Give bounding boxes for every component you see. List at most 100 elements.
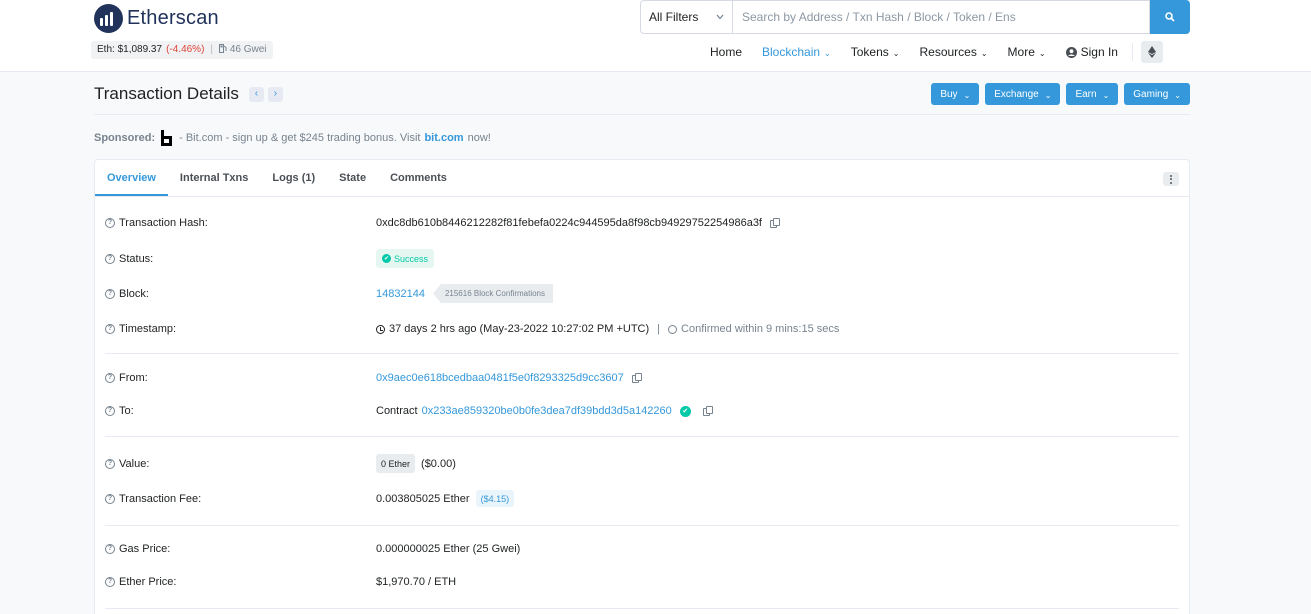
chevron-left-icon: ‹ [254,88,259,99]
from-label-text: From: [119,372,148,384]
to-address-link[interactable]: 0x233ae859320be0b0fe3dea7df39bdd3d5a1422… [422,405,672,417]
to-row: ? To: Contract 0x233ae859320be0b0fe3dea7d… [105,405,1179,417]
hash-label-text: Transaction Hash: [119,217,208,229]
value-label: ? Value: [105,458,376,470]
nav-resources-label: Resources [919,45,977,59]
eth-price: Eth: $1,089.37 [97,44,163,55]
fee-label-text: Transaction Fee: [119,492,202,505]
value-label-text: Value: [119,457,150,470]
chevron-down-icon: ⌄ [1044,90,1052,100]
sign-in-link[interactable]: Sign In [1056,45,1128,59]
block-number-link[interactable]: 14832144 [376,288,425,300]
tab-state[interactable]: State [327,160,378,196]
chevron-down-icon: ⌄ [892,48,900,58]
tab-logs[interactable]: Logs (1) [260,160,327,196]
help-icon[interactable]: ? [105,493,115,504]
timestamp-row: ? Timestamp: 37 days 2 hrs ago (May-23-20… [105,323,1179,335]
transaction-pager: ‹ › [248,86,283,102]
sponsored-banner: Sponsored: - Bit.com - sign up & get $24… [94,130,491,146]
fee-label: ? Transaction Fee: [105,493,376,505]
help-icon[interactable]: ? [105,253,115,264]
search-input[interactable] [732,0,1150,34]
tab-internal-txns[interactable]: Internal Txns [168,160,260,196]
help-icon[interactable]: ? [105,544,115,554]
gas-pump-icon [219,44,227,53]
earn-button[interactable]: Earn ⌄ [1066,83,1119,105]
check-circle-icon: ✔ [382,254,391,263]
section-divider [105,353,1179,354]
timestamp-label: ? Timestamp: [105,323,376,335]
transaction-hash: 0xdc8db610b8446212282f81febefa0224c94459… [376,217,762,229]
from-label: ? From: [105,372,376,384]
hash-value-group: 0xdc8db610b8446212282f81febefa0224c94459… [376,217,780,229]
chevron-down-icon: ⌄ [824,48,831,58]
user-circle-icon [1065,46,1077,58]
nav-more-label: More [1007,45,1035,59]
hash-label: ? Transaction Hash: [105,217,376,229]
from-row: ? From: 0x9aec0e618bcedbaa0481f5e0f829332… [105,372,1179,384]
help-icon[interactable]: ? [105,373,115,383]
gas-price-ticker[interactable]: 46 Gwei [219,41,267,59]
value-row: ? Value: 0 Ether ($0.00) [105,454,1179,473]
section-divider [105,436,1179,437]
etherscan-logo-icon [94,4,123,33]
timestamp-value: 37 days 2 hrs ago (May-23-2022 10:27:02 … [389,323,650,335]
ether-price-label: ? Ether Price: [105,576,376,588]
ether-price-label-text: Ether Price: [119,576,177,588]
chevron-down-icon: ⌄ [980,48,988,58]
from-address-link[interactable]: 0x9aec0e618bcedbaa0481f5e0f8293325d9cc36… [376,372,624,384]
nav-home-label: Home [710,45,743,59]
nav-tokens[interactable]: Tokens ⌄ [841,45,910,59]
tab-overview[interactable]: Overview [95,160,168,196]
search-button[interactable] [1150,0,1190,34]
etherscan-logo[interactable]: Etherscan [94,4,219,33]
help-icon[interactable]: ? [105,458,115,469]
nav-tokens-label: Tokens [850,45,889,59]
buy-button[interactable]: Buy ⌄ [931,83,980,105]
timestamp-separator: | [657,323,661,335]
exchange-button[interactable]: Exchange ⌄ [985,83,1061,105]
value-usd: ($0.00) [421,457,456,470]
chevron-down-icon [716,14,724,20]
nav-home[interactable]: Home [700,45,752,59]
nav-more[interactable]: More ⌄ [998,45,1056,59]
help-icon[interactable]: ? [105,577,115,587]
main-nav: Home Blockchain ⌄ Tokens ⌄ Resources ⌄ More… [700,40,1163,64]
status-row: ? Status: ✔ Success [105,249,1179,268]
sponsored-suffix: now! [467,132,491,144]
gaming-button[interactable]: Gaming ⌄ [1124,83,1190,105]
confirmation-time: Confirmed within 9 mins:15 secs [681,323,840,335]
to-label-text: To: [119,405,134,417]
tab-comments[interactable]: Comments [378,160,459,196]
to-label: ? To: [105,405,376,417]
hash-row: ? Transaction Hash: 0xdc8db610b8446212282… [105,217,1179,229]
help-icon[interactable]: ? [105,288,115,299]
copy-icon[interactable] [770,218,780,228]
help-icon[interactable]: ? [105,218,115,228]
bit-com-logo-icon[interactable] [161,130,173,146]
timestamp-label-text: Timestamp: [119,323,177,335]
copy-icon[interactable] [702,406,713,416]
fee-row: ? Transaction Fee: 0.003805025 Ether ($4.… [105,490,1179,507]
sponsored-link[interactable]: bit.com [424,132,463,144]
help-icon[interactable]: ? [105,406,115,416]
help-icon[interactable]: ? [105,324,115,334]
nav-blockchain[interactable]: Blockchain ⌄ [752,45,841,59]
status-value: Success [394,253,429,264]
search-bar: All Filters [640,0,1190,34]
next-transaction-button[interactable]: › [267,86,283,102]
nav-resources[interactable]: Resources ⌄ [909,45,997,59]
network-switch-button[interactable] [1140,41,1163,63]
copy-icon[interactable] [631,373,642,383]
gas-price-value: 46 Gwei [229,44,267,55]
fee-ether: 0.003805025 Ether [376,492,470,505]
chevron-down-icon: ⌄ [1038,48,1046,58]
timer-icon [668,324,678,334]
search-icon [1165,12,1175,22]
block-confirmations-badge: 215616 Block Confirmations [432,284,554,303]
contract-prefix: Contract [376,405,418,417]
previous-transaction-button[interactable]: ‹ [248,86,264,102]
gaming-label: Gaming [1133,88,1169,100]
more-options-icon[interactable] [1163,172,1179,186]
search-filter-select[interactable]: All Filters [640,0,732,34]
